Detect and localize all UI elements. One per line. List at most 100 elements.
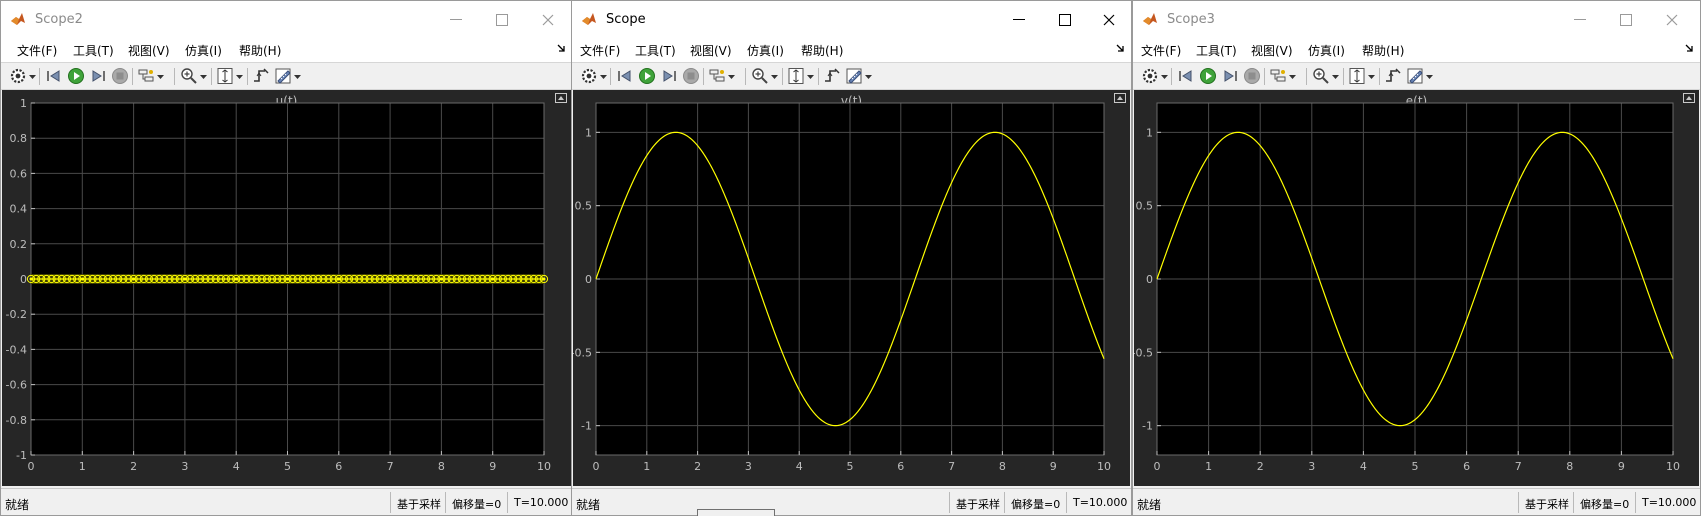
scale-axes-button[interactable] xyxy=(787,67,805,85)
status-bar: 就绪 基于采样 偏移量=0 T=10.000 xyxy=(1133,488,1700,515)
minimize-button[interactable] xyxy=(996,5,1042,35)
trigger-button[interactable] xyxy=(252,67,270,85)
toolbar-separator xyxy=(247,68,248,85)
settings-button[interactable] xyxy=(9,67,27,85)
toolbar-separator xyxy=(610,68,611,85)
step-forward-button[interactable] xyxy=(1221,67,1239,85)
dropdown-arrow-icon[interactable] xyxy=(200,75,207,79)
menu-help[interactable]: 帮助(H) xyxy=(1362,42,1404,59)
measure-button[interactable] xyxy=(1406,67,1424,85)
highlight-button[interactable] xyxy=(1269,67,1287,85)
step-back-button[interactable] xyxy=(45,67,63,85)
highlight-button[interactable] xyxy=(708,67,726,85)
trigger-button[interactable] xyxy=(1384,67,1402,85)
measure-button[interactable] xyxy=(274,67,292,85)
y-tick-label: 0 xyxy=(585,273,592,286)
dropdown-arrow-icon[interactable] xyxy=(157,75,164,79)
menu-file[interactable]: 文件(F) xyxy=(17,42,57,59)
dropdown-arrow-icon[interactable] xyxy=(236,75,243,79)
run-button[interactable] xyxy=(67,67,85,85)
title-bar[interactable]: Scope xyxy=(572,1,1131,38)
maximize-button[interactable] xyxy=(1603,5,1649,35)
menu-view[interactable]: 视图(V) xyxy=(128,42,170,59)
plot-area[interactable]: 0 1 2 3 4 5 6 7 8 9 10 1 0.5 0 -0.5 -1 xyxy=(1134,90,1701,486)
plot-area[interactable]: 0 1 2 3 4 5 6 7 8 9 10 1 0.8 0.6 0.4 0.2 0 -0.2 -0.4 -0.6 -0… xyxy=(2,90,573,486)
menu-view[interactable]: 视图(V) xyxy=(690,42,732,59)
dropdown-arrow-icon[interactable] xyxy=(294,75,301,79)
stop-button[interactable] xyxy=(1243,67,1261,85)
settings-button[interactable] xyxy=(580,67,598,85)
menu-file[interactable]: 文件(F) xyxy=(580,42,620,59)
dropdown-arrow-icon[interactable] xyxy=(1426,75,1433,79)
settings-icon xyxy=(1142,68,1158,84)
close-button[interactable] xyxy=(1086,5,1131,35)
menu-view[interactable]: 视图(V) xyxy=(1251,42,1293,59)
measure-button[interactable] xyxy=(845,67,863,85)
toolbar-separator xyxy=(39,68,40,85)
dropdown-arrow-icon[interactable] xyxy=(29,75,36,79)
dropdown-arrow-icon[interactable] xyxy=(807,75,814,79)
title-bar[interactable]: Scope2 xyxy=(1,1,572,38)
x-tick-label: 8 xyxy=(1566,460,1573,473)
highlight-button[interactable] xyxy=(137,67,155,85)
close-button[interactable] xyxy=(525,5,571,35)
maximize-button[interactable] xyxy=(1042,5,1088,35)
scale-axes-icon xyxy=(217,68,233,84)
highlight-icon xyxy=(138,69,154,82)
run-button[interactable] xyxy=(1199,67,1217,85)
menu-tools[interactable]: 工具(T) xyxy=(73,42,114,59)
x-tick-label: 6 xyxy=(897,460,904,473)
trigger-button[interactable] xyxy=(823,67,841,85)
taskbar-tab[interactable] xyxy=(697,509,775,516)
zoom-in-button[interactable] xyxy=(751,67,769,85)
y-tick-label: -0.2 xyxy=(6,308,27,321)
settings-button[interactable] xyxy=(1141,67,1159,85)
dropdown-arrow-icon[interactable] xyxy=(1332,75,1339,79)
step-forward-button[interactable] xyxy=(89,67,107,85)
menu-overflow-icon[interactable] xyxy=(556,43,566,53)
stop-button[interactable] xyxy=(111,67,129,85)
status-time: T=10.000 xyxy=(1635,492,1700,513)
menu-overflow-icon[interactable] xyxy=(1115,43,1125,53)
menu-overflow-icon[interactable] xyxy=(1684,43,1694,53)
dropdown-arrow-icon[interactable] xyxy=(1289,75,1296,79)
maximize-button[interactable] xyxy=(479,5,525,35)
menu-simulation[interactable]: 仿真(I) xyxy=(1308,42,1345,59)
zoom-in-button[interactable] xyxy=(180,67,198,85)
data-point xyxy=(286,277,289,281)
toolbar-separator xyxy=(1343,68,1344,85)
menu-tools[interactable]: 工具(T) xyxy=(1196,42,1237,59)
step-back-button[interactable] xyxy=(616,67,634,85)
dropdown-arrow-icon[interactable] xyxy=(728,75,735,79)
plot-panel: v(t) 01234567891010.50-0.5-1 xyxy=(573,90,1130,486)
run-button[interactable] xyxy=(638,67,656,85)
zoom-in-button[interactable] xyxy=(1312,67,1330,85)
dropdown-arrow-icon[interactable] xyxy=(600,75,607,79)
menu-bar: 文件(F) 工具(T) 视图(V) 仿真(I) 帮助(H) xyxy=(572,38,1131,62)
stop-button[interactable] xyxy=(682,67,700,85)
menu-simulation[interactable]: 仿真(I) xyxy=(185,42,222,59)
scale-axes-button[interactable] xyxy=(216,67,234,85)
dropdown-arrow-icon[interactable] xyxy=(1161,75,1168,79)
step-forward-icon xyxy=(1224,70,1237,82)
dropdown-arrow-icon[interactable] xyxy=(1368,75,1375,79)
menu-help[interactable]: 帮助(H) xyxy=(801,42,843,59)
menu-file[interactable]: 文件(F) xyxy=(1141,42,1181,59)
step-back-button[interactable] xyxy=(1177,67,1195,85)
menu-simulation[interactable]: 仿真(I) xyxy=(747,42,784,59)
plot-panel: u(t) 0 1 2 3 4 5 6 7 8 9 10 1 0.8 0.6 0.4 0.2 0 -0.2 -0.4-… xyxy=(2,90,571,486)
dropdown-arrow-icon[interactable] xyxy=(865,75,872,79)
minimize-button[interactable] xyxy=(433,5,479,35)
minimize-button[interactable] xyxy=(1557,5,1603,35)
step-forward-button[interactable] xyxy=(660,67,678,85)
settings-icon xyxy=(581,68,597,84)
dropdown-arrow-icon[interactable] xyxy=(771,75,778,79)
menu-help[interactable]: 帮助(H) xyxy=(239,42,281,59)
scale-axes-button[interactable] xyxy=(1348,67,1366,85)
plot-area[interactable]: 0 1 2 3 4 5 6 7 8 9 10 1 0.5 0 -0.5 -1 xyxy=(573,90,1132,486)
title-bar[interactable]: Scope3 xyxy=(1133,1,1700,38)
close-button[interactable] xyxy=(1649,5,1695,35)
scope3-window: Scope3 文件(F) 工具(T) 视图(V) 仿真(I) 帮助(H) e(t… xyxy=(1132,0,1701,516)
menu-tools[interactable]: 工具(T) xyxy=(635,42,676,59)
scope-window: Scope 文件(F) 工具(T) 视图(V) 仿真(I) 帮助(H) v(t)… xyxy=(571,0,1132,516)
